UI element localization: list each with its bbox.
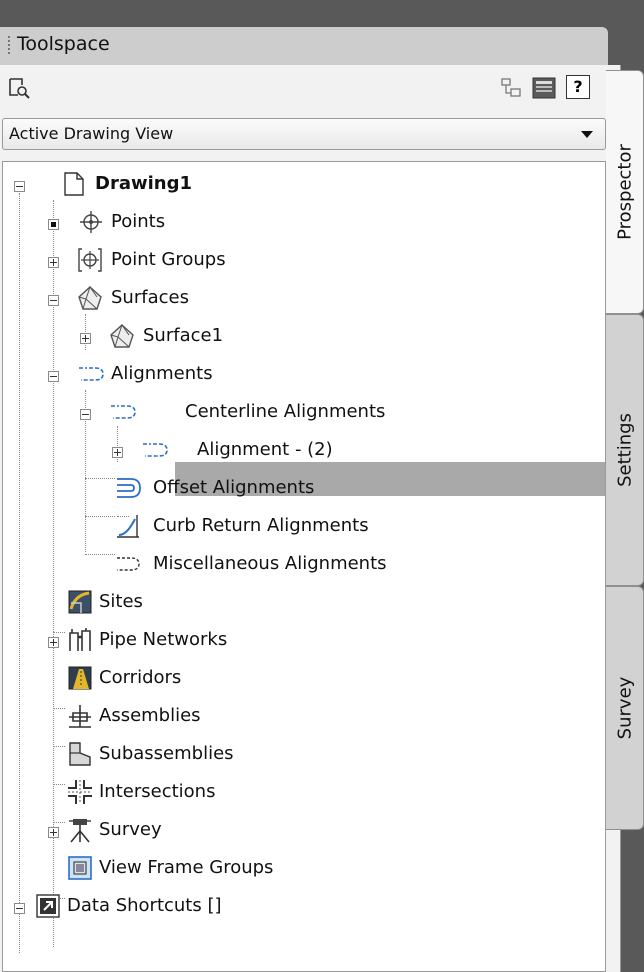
point-groups-icon	[77, 247, 103, 273]
corridors-icon	[67, 665, 93, 691]
toolbar: ?	[0, 65, 620, 111]
tree-node-label: Assemblies	[99, 705, 201, 726]
tree-node-label: Subassemblies	[99, 743, 234, 764]
survey-instrument-icon	[67, 817, 93, 843]
tree-node-data-shortcuts[interactable]: Data Shortcuts []	[3, 890, 603, 926]
tree-node-alignment-2[interactable]: Alignment - (2)	[3, 434, 603, 470]
tree-node-label: Point Groups	[111, 249, 226, 270]
tab-prospector[interactable]: Prospector	[606, 70, 644, 314]
alignment-icon	[77, 361, 107, 387]
offset-alignment-icon	[115, 475, 145, 501]
tree-node-miscellaneous-alignments[interactable]: Miscellaneous Alignments	[3, 548, 603, 584]
tree-node-label: Sites	[99, 591, 143, 612]
tree-node-survey[interactable]: Survey	[3, 814, 603, 850]
expand-toggle[interactable]	[48, 219, 59, 230]
prospector-tree[interactable]: Drawing1 Points Point Groups Surfaces Su…	[2, 161, 606, 972]
tab-settings[interactable]: Settings	[606, 314, 644, 586]
pipe-networks-icon	[67, 627, 93, 653]
drag-grip-icon[interactable]	[8, 36, 14, 54]
tree-node-label: Data Shortcuts []	[67, 895, 222, 916]
tree-node-centerline-alignments[interactable]: Centerline Alignments	[3, 396, 603, 432]
tree-node-label: Pipe Networks	[99, 629, 228, 650]
tree-node-label: Survey	[99, 819, 162, 840]
tree-node-label: Points	[111, 211, 166, 232]
tree-node-label: Surface1	[143, 325, 224, 346]
sites-icon	[67, 589, 93, 615]
collapse-toggle[interactable]	[14, 903, 25, 914]
collapse-toggle[interactable]	[80, 409, 91, 420]
tree-node-intersections[interactable]: Intersections	[3, 776, 603, 812]
tab-label: Settings	[614, 413, 635, 487]
tree-node-label: Centerline Alignments	[185, 401, 386, 422]
view-selector-dropdown[interactable]: Active Drawing View	[2, 118, 606, 150]
expand-toggle[interactable]	[80, 333, 91, 344]
toolspace-panel: ? Active Drawing View Drawing1 Points Po…	[0, 65, 621, 972]
intersections-icon	[67, 779, 93, 805]
tree-node-offset-alignments[interactable]: Offset Alignments	[3, 472, 603, 508]
tree-node-label: Drawing1	[95, 173, 192, 194]
item-view-icon[interactable]	[8, 77, 30, 99]
tree-node-subassemblies[interactable]: Subassemblies	[3, 738, 603, 774]
tree-node-sites[interactable]: Sites	[3, 586, 603, 622]
expand-toggle[interactable]	[112, 447, 123, 458]
assemblies-icon	[67, 703, 93, 729]
tree-node-surface1[interactable]: Surface1	[3, 320, 603, 356]
tree-node-surfaces[interactable]: Surfaces	[3, 282, 603, 318]
tree-node-alignments[interactable]: Alignments	[3, 358, 603, 394]
window-title: Toolspace	[17, 33, 110, 55]
side-tabs: Prospector Settings Survey	[606, 70, 644, 972]
points-icon	[79, 209, 103, 235]
tree-node-drawing1[interactable]: Drawing1	[3, 168, 603, 204]
tree-node-label: Alignments	[111, 363, 213, 384]
collapse-toggle[interactable]	[48, 295, 59, 306]
tree-node-pipe-networks[interactable]: Pipe Networks	[3, 624, 603, 660]
alignment-icon	[141, 437, 171, 463]
event-viewer-icon[interactable]	[532, 77, 556, 99]
chevron-down-icon[interactable]	[581, 131, 593, 138]
tree-node-view-frame-groups[interactable]: View Frame Groups	[3, 852, 603, 888]
help-icon[interactable]: ?	[566, 75, 590, 99]
collapse-toggle[interactable]	[48, 371, 59, 382]
expand-toggle[interactable]	[48, 257, 59, 268]
tree-node-label: Intersections	[99, 781, 216, 802]
collapse-toggle[interactable]	[14, 181, 25, 192]
expand-toggle[interactable]	[48, 637, 59, 648]
view-frame-icon	[67, 855, 93, 881]
tree-node-label: Alignment - (2)	[197, 439, 333, 460]
subassemblies-icon	[67, 741, 93, 767]
tab-label: Prospector	[614, 144, 635, 240]
tree-node-curb-return-alignments[interactable]: Curb Return Alignments	[3, 510, 603, 546]
toolspace-titlebar[interactable]: Toolspace	[0, 27, 608, 65]
tree-node-label: Surfaces	[111, 287, 189, 308]
misc-alignment-icon	[115, 551, 145, 577]
expand-toggle[interactable]	[48, 827, 59, 838]
panel-layout-icon[interactable]	[500, 77, 522, 99]
view-selector-value: Active Drawing View	[9, 124, 174, 143]
tree-node-label: Miscellaneous Alignments	[153, 553, 387, 574]
surface-icon	[109, 323, 135, 349]
tree-node-assemblies[interactable]: Assemblies	[3, 700, 603, 736]
alignment-icon	[109, 399, 139, 425]
tree-node-point-groups[interactable]: Point Groups	[3, 244, 603, 280]
tree-node-corridors[interactable]: Corridors	[3, 662, 603, 698]
curb-return-alignment-icon	[115, 513, 145, 539]
tree-node-label: Offset Alignments	[153, 477, 315, 498]
tab-label: Survey	[614, 676, 635, 740]
drawing-icon	[63, 171, 85, 197]
tree-node-points[interactable]: Points	[3, 206, 603, 242]
data-shortcuts-icon	[35, 893, 61, 919]
tab-survey[interactable]: Survey	[606, 586, 644, 830]
tree-node-label: Corridors	[99, 667, 182, 688]
surface-icon	[77, 285, 103, 311]
tree-node-label: Curb Return Alignments	[153, 515, 369, 536]
tree-node-label: View Frame Groups	[99, 857, 274, 878]
